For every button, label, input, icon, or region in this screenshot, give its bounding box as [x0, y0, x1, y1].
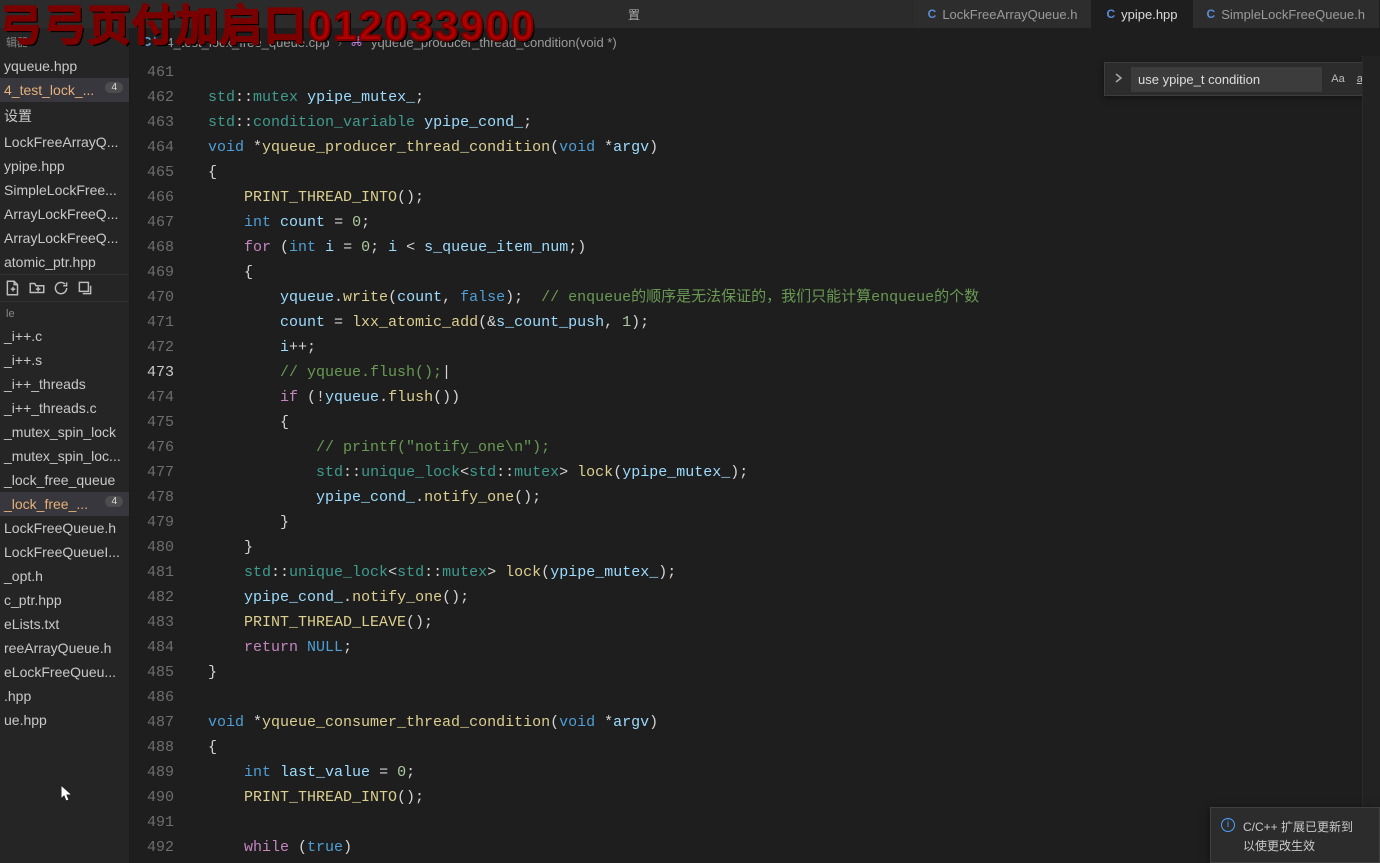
explorer-item[interactable]: _lock_free_queue: [0, 468, 129, 492]
explorer-item[interactable]: _lock_free_...4: [0, 492, 129, 516]
toast-line-2: 以使更改生效: [1243, 837, 1353, 854]
explorer-item[interactable]: SimpleLockFree...: [0, 178, 129, 202]
symbol-icon: ⌘: [350, 34, 363, 50]
explorer-item[interactable]: c_ptr.hpp: [0, 588, 129, 612]
explorer-item[interactable]: ue.hpp: [0, 708, 129, 732]
tab-label: SimpleLockFreeQueue.h: [1221, 7, 1365, 22]
line-number: 483: [130, 610, 174, 635]
editor-tabs: CLockFreeArrayQueue.hCypipe.hppCSimpleLo…: [914, 0, 1380, 28]
line-number: 470: [130, 285, 174, 310]
file-lang-icon: C⁺: [142, 34, 158, 50]
explorer-item[interactable]: _opt.h: [0, 564, 129, 588]
explorer-item[interactable]: _mutex_spin_loc...: [0, 444, 129, 468]
explorer-sidebar: 辑器 yqueue.hpp4_test_lock_...4设置LockFreeA…: [0, 28, 130, 863]
line-number: 488: [130, 735, 174, 760]
line-number: 464: [130, 135, 174, 160]
open-editors-list: yqueue.hpp4_test_lock_...4设置LockFreeArra…: [0, 54, 129, 274]
line-number: 479: [130, 510, 174, 535]
breadcrumb[interactable]: C⁺ 4_test_lock_free_queue.cpp › ⌘ yqueue…: [130, 28, 1380, 56]
code-content[interactable]: std::mutex ypipe_mutex_; std::condition_…: [188, 56, 1362, 863]
line-number: 462: [130, 85, 174, 110]
explorer-item[interactable]: yqueue.hpp: [0, 54, 129, 78]
title-bar: 弓弓页付加启口012033900 置 CLockFreeArrayQueue.h…: [0, 0, 1380, 28]
breadcrumb-sep: ›: [338, 35, 342, 50]
explorer-item[interactable]: _i++_threads.c: [0, 396, 129, 420]
refresh-icon[interactable]: [52, 279, 70, 297]
explorer-item[interactable]: LockFreeQueueI...: [0, 540, 129, 564]
explorer-item[interactable]: eLists.txt: [0, 612, 129, 636]
explorer-item[interactable]: 设置: [0, 102, 129, 130]
line-number: 473: [130, 360, 174, 385]
explorer-item[interactable]: reeArrayQueue.h: [0, 636, 129, 660]
line-number: 467: [130, 210, 174, 235]
breadcrumb-symbol[interactable]: yqueue_producer_thread_condition(void *): [371, 35, 617, 50]
problems-badge: 4: [105, 496, 123, 507]
explorer-item[interactable]: ArrayLockFreeQ...: [0, 226, 129, 250]
explorer-item[interactable]: ypipe.hpp: [0, 154, 129, 178]
collapse-all-icon[interactable]: [76, 279, 94, 297]
line-number: 465: [130, 160, 174, 185]
new-file-icon[interactable]: [4, 279, 22, 297]
new-folder-icon[interactable]: [28, 279, 46, 297]
line-number: 481: [130, 560, 174, 585]
problems-badge: 4: [105, 82, 123, 93]
line-number: 484: [130, 635, 174, 660]
line-number: 480: [130, 535, 174, 560]
file-lang-icon: C: [1106, 7, 1115, 21]
editor-tab[interactable]: Cypipe.hpp: [1092, 0, 1192, 28]
explorer-item[interactable]: _i++.s: [0, 348, 129, 372]
explorer-item[interactable]: 4_test_lock_...4: [0, 78, 129, 102]
explorer-toolbar: [0, 274, 129, 302]
workspace-header[interactable]: le: [0, 302, 129, 324]
explorer-item[interactable]: _mutex_spin_lock: [0, 420, 129, 444]
tab-label: LockFreeArrayQueue.h: [942, 7, 1077, 22]
explorer-item[interactable]: .hpp: [0, 684, 129, 708]
explorer-item[interactable]: _i++_threads: [0, 372, 129, 396]
editor-tab[interactable]: C LockFreeArrayQueue.h: [914, 0, 1093, 28]
workspace-file-list: _i++.c_i++.s_i++_threads_i++_threads.c_m…: [0, 324, 129, 732]
explorer-item[interactable]: _i++.c: [0, 324, 129, 348]
line-number: 485: [130, 660, 174, 685]
line-number: 489: [130, 760, 174, 785]
line-number: 476: [130, 435, 174, 460]
open-editors-header[interactable]: 辑器: [0, 28, 129, 54]
line-gutter: 4614624634644654664674684694704714724734…: [130, 56, 188, 863]
line-number: 475: [130, 410, 174, 435]
info-icon: i: [1221, 818, 1235, 832]
line-number: 478: [130, 485, 174, 510]
line-number: 469: [130, 260, 174, 285]
line-number: 461: [130, 60, 174, 85]
line-number: 474: [130, 385, 174, 410]
explorer-item[interactable]: LockFreeArrayQ...: [0, 130, 129, 154]
explorer-item[interactable]: ArrayLockFreeQ...: [0, 202, 129, 226]
explorer-item[interactable]: eLockFreeQueu...: [0, 660, 129, 684]
line-number: 471: [130, 310, 174, 335]
line-number: 492: [130, 835, 174, 860]
line-number: 472: [130, 335, 174, 360]
notification-toast[interactable]: i C/C++ 扩展已更新到 以使更改生效: [1210, 807, 1380, 863]
minimap[interactable]: [1362, 56, 1380, 863]
line-number: 487: [130, 710, 174, 735]
tab-label: ypipe.hpp: [1121, 7, 1177, 22]
line-number: 468: [130, 235, 174, 260]
file-lang-icon: C: [928, 7, 937, 21]
file-lang-icon: C: [1207, 7, 1216, 21]
toast-line-1: C/C++ 扩展已更新到: [1243, 818, 1353, 835]
line-number: 482: [130, 585, 174, 610]
line-number: 486: [130, 685, 174, 710]
explorer-item[interactable]: atomic_ptr.hpp: [0, 250, 129, 274]
menu-item-trimmed[interactable]: 置: [620, 6, 648, 23]
line-number: 490: [130, 785, 174, 810]
line-number: 477: [130, 460, 174, 485]
breadcrumb-file[interactable]: 4_test_lock_free_queue.cpp: [166, 35, 329, 50]
line-number: 466: [130, 185, 174, 210]
editor-pane: C⁺ 4_test_lock_free_queue.cpp › ⌘ yqueue…: [130, 28, 1380, 863]
editor-tab[interactable]: C SimpleLockFreeQueue.h: [1193, 0, 1380, 28]
line-number: 463: [130, 110, 174, 135]
code-area[interactable]: 4614624634644654664674684694704714724734…: [130, 56, 1380, 863]
line-number: 491: [130, 810, 174, 835]
explorer-item[interactable]: LockFreeQueue.h: [0, 516, 129, 540]
